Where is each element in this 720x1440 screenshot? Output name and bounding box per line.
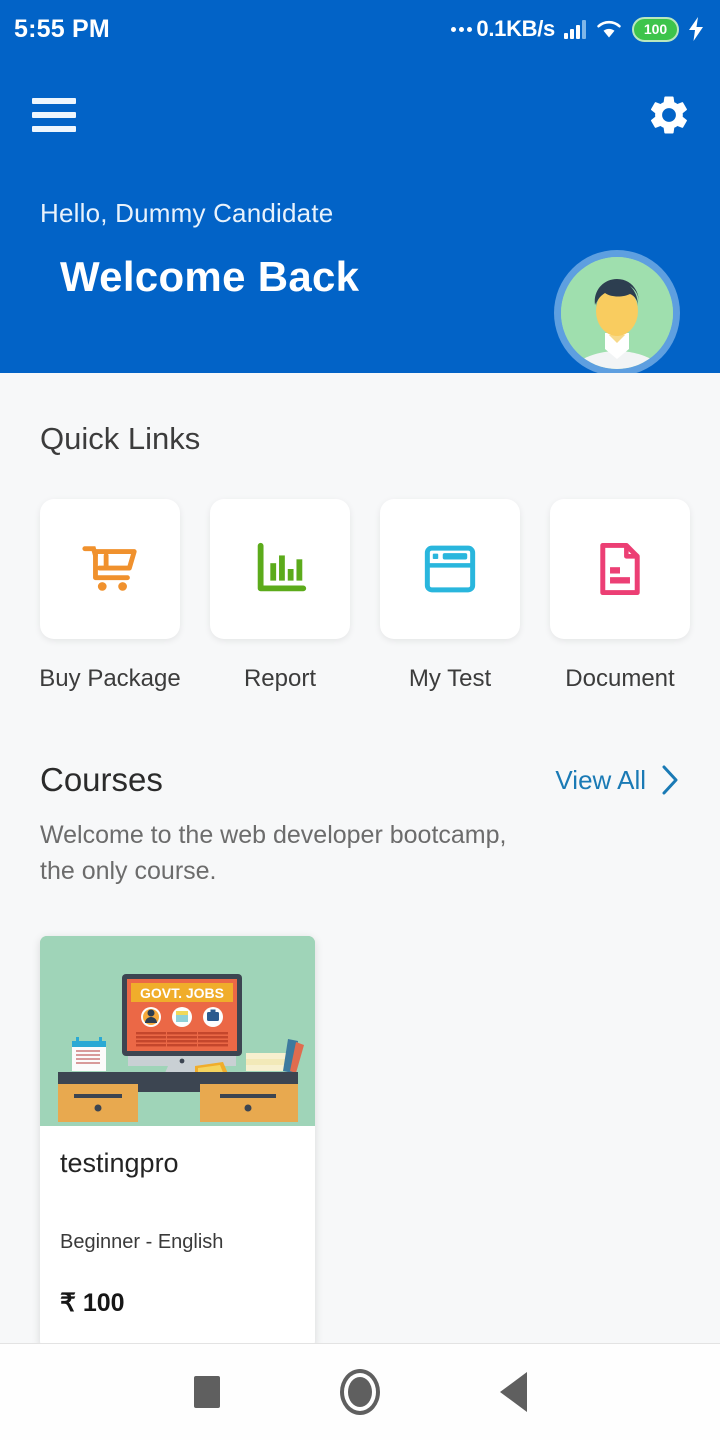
status-time: 5:55 PM — [14, 14, 110, 43]
quick-links-title: Quick Links — [40, 421, 201, 456]
app-header: Hello, Dummy Candidate Welcome Back — [0, 58, 720, 376]
dots-icon — [451, 26, 473, 32]
view-all-label: View All — [555, 764, 646, 795]
course-price: ₹ 100 — [60, 1288, 125, 1317]
quick-link-label: Document — [565, 665, 675, 692]
thumbnail-banner-text: GOVT. JOBS — [140, 985, 224, 1001]
avatar-image — [561, 257, 673, 369]
bar-chart-icon — [257, 542, 307, 592]
system-navigation-bar — [0, 1343, 720, 1440]
quick-link-card[interactable] — [550, 499, 690, 639]
quick-links-section: Quick Links Buy Package Report My Test D… — [0, 373, 720, 693]
quick-link-card[interactable] — [210, 499, 350, 639]
wifi-icon — [597, 20, 621, 38]
quick-link-card[interactable] — [40, 499, 180, 639]
course-card-body: testingpro Beginner - English ₹ 100 — [40, 1126, 315, 1344]
avatar[interactable] — [554, 250, 680, 376]
quick-link-label: Buy Package — [39, 665, 181, 692]
view-all-button[interactable]: View All — [555, 764, 680, 796]
course-name: testingpro — [60, 1147, 179, 1178]
welcome-block: Hello, Dummy Candidate Welcome Back — [40, 198, 359, 301]
circle-home-icon[interactable] — [339, 1369, 380, 1415]
status-icons: 0.1KB/s 100 — [451, 16, 704, 42]
quick-link-card[interactable] — [380, 499, 520, 639]
battery-level: 100 — [643, 21, 668, 37]
course-thumbnail: GOVT. JOBS — [40, 935, 315, 1126]
chevron-right-icon — [662, 765, 678, 795]
network-speed-label: 0.1KB/s — [476, 16, 555, 41]
courses-header: Courses View All — [40, 761, 680, 799]
shopping-cart-icon — [82, 546, 137, 591]
quick-link-document[interactable]: Document — [550, 499, 690, 693]
quick-link-report[interactable]: Report — [210, 499, 350, 693]
network-speed: 0.1KB/s — [451, 16, 555, 42]
gear-icon[interactable] — [646, 92, 692, 138]
quick-link-buy-package[interactable]: Buy Package — [39, 499, 181, 693]
signal-bars-icon — [564, 19, 586, 39]
quick-link-label: My Test — [408, 665, 492, 692]
hamburger-menu-icon[interactable] — [32, 98, 76, 132]
courses-title: Courses — [40, 761, 163, 798]
status-bar: 5:55 PM 0.1KB/s 100 — [0, 0, 720, 58]
document-icon — [600, 542, 640, 596]
main-content: Quick Links Buy Package Report My Test D… — [0, 373, 720, 1343]
battery-icon: 100 — [632, 16, 679, 42]
browser-window-icon — [424, 545, 476, 593]
charging-bolt-icon — [689, 17, 703, 41]
course-card[interactable]: GOVT. JOBS testingpro Beginner - English… — [40, 935, 315, 1344]
courses-description: Welcome to the web developer bootcamp, t… — [40, 821, 507, 886]
header-toolbar — [0, 58, 720, 138]
quick-link-my-test[interactable]: My Test — [380, 499, 520, 693]
quick-link-label: Report — [243, 665, 317, 692]
triangle-back-icon[interactable] — [499, 1372, 527, 1412]
greeting-text: Hello, Dummy Candidate — [40, 198, 334, 228]
courses-section: Courses View All Welcome to the web deve… — [0, 693, 720, 1343]
course-meta: Beginner - English — [60, 1230, 224, 1253]
app-root: 5:55 PM 0.1KB/s 100 Hello, Dummy Candida… — [0, 0, 720, 1440]
square-icon[interactable] — [193, 1376, 220, 1408]
quick-links-row: Buy Package Report My Test Document — [39, 499, 720, 693]
page-title: Welcome Back — [60, 253, 360, 300]
